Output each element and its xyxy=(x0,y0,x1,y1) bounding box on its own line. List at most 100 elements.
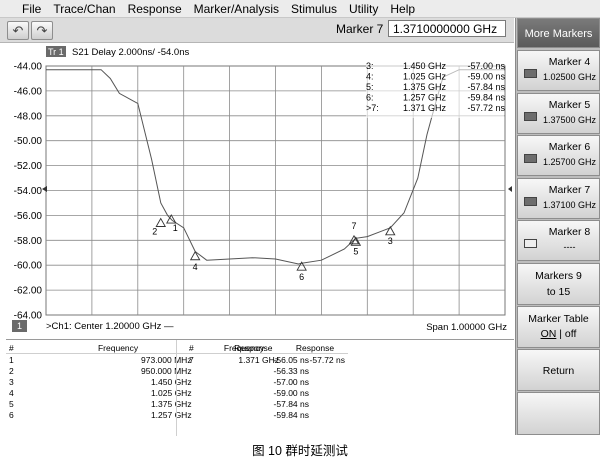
y-tick-label: -48.00 xyxy=(14,111,43,122)
row-num: 5 xyxy=(9,398,14,409)
marker-readout-overlay: 3: 1.450 GHz -57.00 ns 4: 1.025 GHz -59.00 ns… xyxy=(366,60,505,118)
softkey-menu-title: More Markers xyxy=(517,18,600,48)
row-frequency: 950.000 MHz xyxy=(141,365,192,376)
softkey-marker-8[interactable]: Marker 8 ---- xyxy=(517,220,600,261)
row-num: 7 xyxy=(189,354,194,365)
row-num: 3 xyxy=(9,376,14,387)
vna-window: File Trace/Chan Response Marker/Analysis… xyxy=(0,0,600,466)
menu-stimulus[interactable]: Stimulus xyxy=(285,2,343,16)
readout-frequency: 1.025 GHz xyxy=(403,72,447,82)
marker-number-label: 3 xyxy=(388,236,393,246)
menu-bar: File Trace/Chan Response Marker/Analysis… xyxy=(0,0,600,18)
marker-state-indicator xyxy=(524,154,537,163)
row-frequency: 1.450 GHz xyxy=(150,376,192,387)
y-tick-labels: -44.00 -46.00 -48.00 -50.00 -52.00 -54.00 -56.… xyxy=(14,62,43,322)
active-marker-label: Marker 7 xyxy=(336,22,384,36)
row-frequency: 1.375 GHz xyxy=(150,398,192,409)
row-frequency: 1.025 GHz xyxy=(150,387,192,398)
trace-display[interactable]: -44.00 -46.00 -48.00 -50.00 -52.00 -54.00 -56.… xyxy=(0,43,514,339)
undo-button[interactable]: ↶ xyxy=(7,21,29,40)
softkey-marker-7[interactable]: Marker 7 1.37100 GHz xyxy=(517,177,600,219)
table-row[interactable]: 6 1.257 GHz -59.84 ns xyxy=(6,409,312,420)
marker-table-title: Marker Table xyxy=(528,313,589,325)
col-frequency-2: Frequency xyxy=(206,342,282,354)
softkey-marker-value: 1.37500 GHz xyxy=(542,114,597,125)
table-row[interactable]: 2 950.000 MHz -56.33 ns xyxy=(6,365,312,376)
row-response: -57.00 ns xyxy=(273,376,309,387)
table-row[interactable]: 4 1.025 GHz -59.00 ns xyxy=(6,387,312,398)
row-frequency: 973.000 MHz xyxy=(141,354,192,365)
menu-file[interactable]: File xyxy=(0,2,47,16)
row-num: 4 xyxy=(9,387,14,398)
y-tick-label: -56.00 xyxy=(14,211,43,222)
toolbar: ↶ ↷ Marker 7 1.3710000000 GHz xyxy=(0,18,514,43)
active-marker-value-input[interactable]: 1.3710000000 GHz xyxy=(388,20,506,37)
y-tick-label: -62.00 xyxy=(14,286,43,297)
reference-left-arrow xyxy=(42,186,47,192)
table-row[interactable]: 7 1.371 GHz -57.72 ns xyxy=(186,354,348,366)
marker-state-indicator xyxy=(524,69,537,78)
col-response-2: Response xyxy=(282,342,348,354)
softkey-panel: More Markers Marker 4 1.02500 GHz Marker… xyxy=(515,18,600,435)
readout-response: -57.00 ns xyxy=(467,61,505,71)
row-response: -59.00 ns xyxy=(273,387,309,398)
y-tick-label: -44.00 xyxy=(14,62,43,73)
readout-response: -57.72 ns xyxy=(467,103,505,113)
y-tick-label: -46.00 xyxy=(14,86,43,97)
row-num: 2 xyxy=(9,365,14,376)
marker-number-label: 2 xyxy=(152,227,157,237)
marker-table-toggle-button[interactable]: Marker Table ON | off xyxy=(517,306,600,348)
marker-number-label: 5 xyxy=(353,246,358,256)
figure-caption: 图 10 群时延测试 xyxy=(252,444,348,458)
markers-9-to-15-button[interactable]: Markers 9 to 15 xyxy=(517,263,600,305)
softkey-marker-4[interactable]: Marker 4 1.02500 GHz xyxy=(517,50,600,91)
table-row[interactable]: 3 1.450 GHz -57.00 ns xyxy=(6,376,312,387)
row-response: -57.84 ns xyxy=(273,398,309,409)
marker-number-label: 6 xyxy=(299,272,304,282)
row-num: 6 xyxy=(9,409,14,420)
group-delay-chart: -44.00 -46.00 -48.00 -50.00 -52.00 -54.00 -56.… xyxy=(12,46,512,333)
marker-table-sep: | xyxy=(556,328,565,340)
marker-state-indicator xyxy=(524,239,537,248)
trace-tag: Tr 1 xyxy=(48,47,64,57)
channel-number: 1 xyxy=(17,321,22,331)
table-separator xyxy=(176,340,177,436)
return-button[interactable]: Return xyxy=(517,349,600,391)
softkey-marker-label: Marker 7 xyxy=(548,183,591,196)
row-response: -59.84 ns xyxy=(273,409,309,420)
marker-number-label: 4 xyxy=(193,262,198,272)
softkey-marker-value: ---- xyxy=(563,242,576,252)
trace-description: S21 Delay 2.000ns/ -54.0ns xyxy=(72,47,189,58)
menu-help[interactable]: Help xyxy=(384,2,421,16)
readout-num: 5: xyxy=(366,82,374,92)
menu-utility[interactable]: Utility xyxy=(343,2,384,16)
readout-frequency: 1.450 GHz xyxy=(403,61,447,71)
markers-9-15-line1: Markers 9 xyxy=(535,270,582,282)
y-tick-label: -52.00 xyxy=(14,161,43,172)
table-row[interactable]: 5 1.375 GHz -57.84 ns xyxy=(6,398,312,409)
marker-number-label: 1 xyxy=(173,223,178,233)
blank-softkey[interactable] xyxy=(517,392,600,435)
menu-marker-analysis[interactable]: Marker/Analysis xyxy=(188,2,285,16)
menu-trace-chan[interactable]: Trace/Chan xyxy=(47,2,121,16)
redo-button[interactable]: ↷ xyxy=(31,21,53,40)
softkey-marker-5[interactable]: Marker 5 1.37500 GHz xyxy=(517,92,600,134)
marker-table-on: ON xyxy=(540,328,557,340)
readout-response: -59.84 ns xyxy=(467,93,505,103)
y-tick-label: -64.00 xyxy=(14,311,43,322)
menu-response[interactable]: Response xyxy=(122,2,188,16)
row-response: -56.33 ns xyxy=(273,365,309,376)
row-num: 1 xyxy=(9,354,14,365)
markers-9-15-line2: to 15 xyxy=(546,286,571,298)
marker-state-indicator xyxy=(524,196,537,206)
y-tick-label: -50.00 xyxy=(14,136,43,147)
softkey-marker-value: 1.25700 GHz xyxy=(542,157,597,167)
marker-table: # Frequency Response 1 973.000 MHz -56.05 … xyxy=(6,339,514,436)
softkey-marker-label: Marker 5 xyxy=(548,98,591,111)
softkey-marker-6[interactable]: Marker 6 1.25700 GHz xyxy=(517,135,600,176)
softkey-marker-value: 1.37100 GHz xyxy=(542,199,597,210)
channel-span: Span 1.00000 GHz xyxy=(426,322,507,333)
readout-response: -57.84 ns xyxy=(467,82,505,92)
readout-num: 3: xyxy=(366,61,374,71)
marker-state-indicator xyxy=(524,111,537,121)
